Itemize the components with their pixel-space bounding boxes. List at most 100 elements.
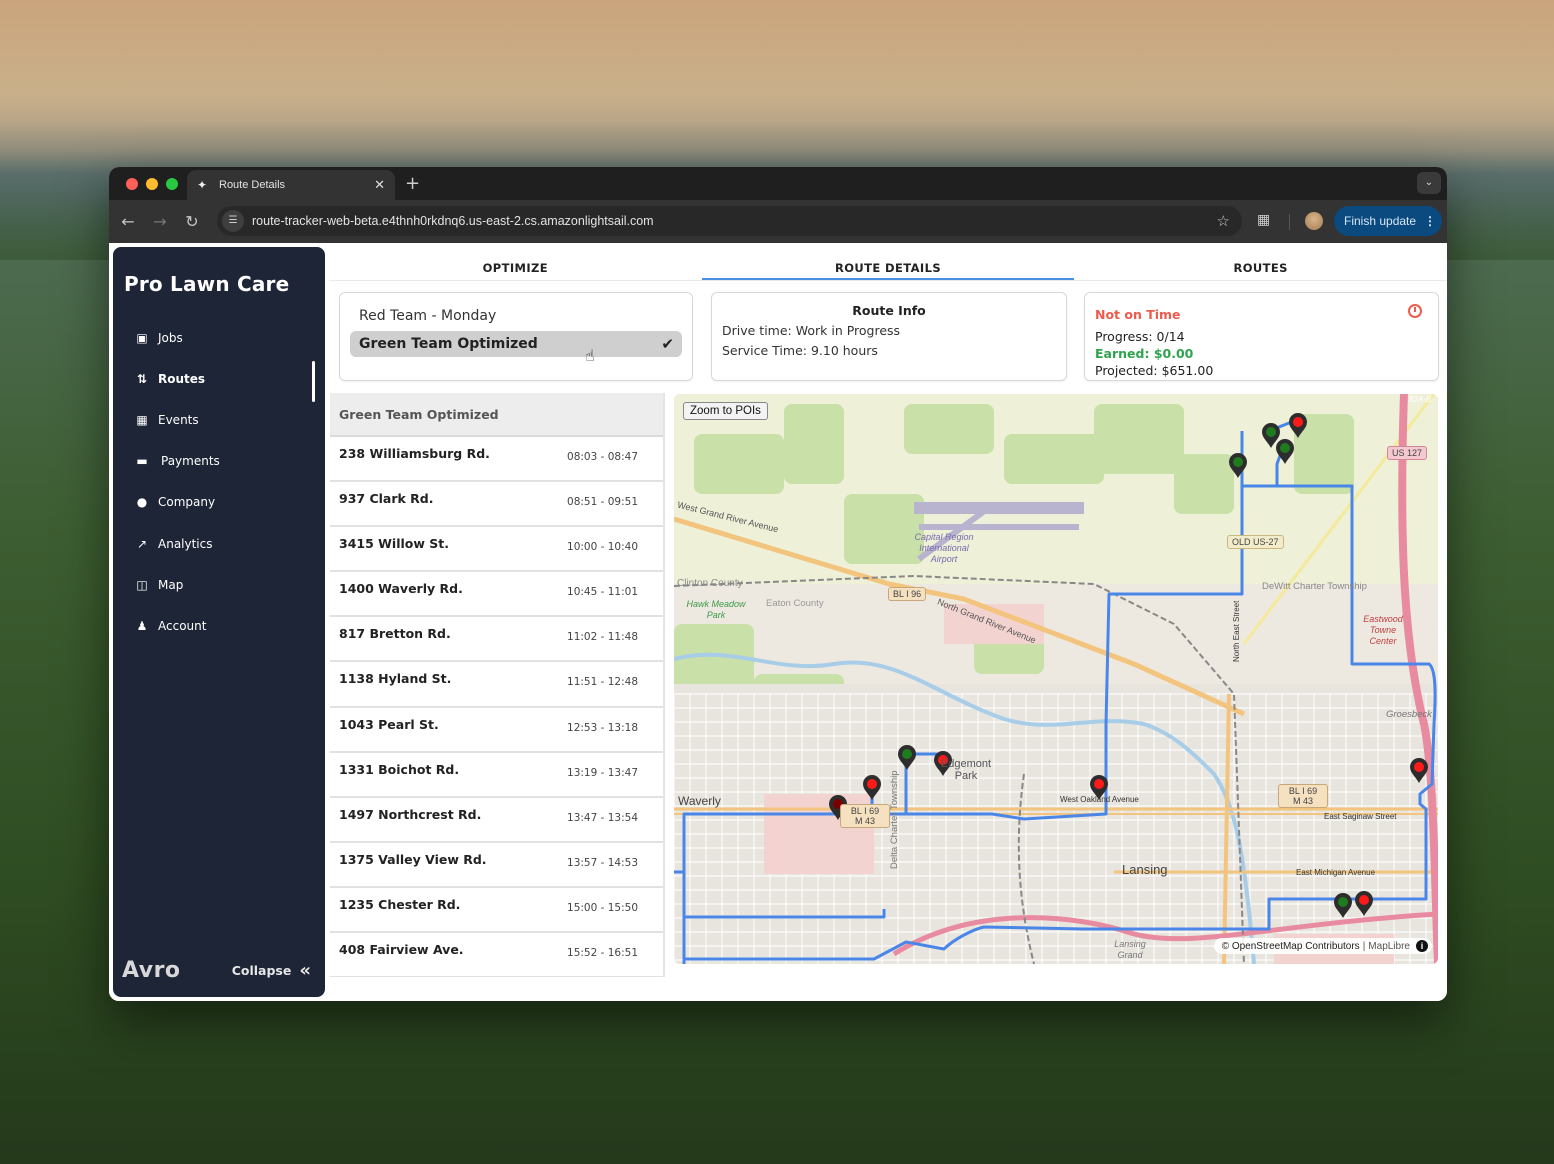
stop-row[interactable]: 1235 Chester Rd. 15:00 - 15:50 bbox=[330, 888, 663, 934]
stop-row[interactable]: 1400 Waverly Rd. 10:45 - 11:01 bbox=[330, 572, 663, 618]
sidebar-item-label: Analytics bbox=[158, 536, 213, 551]
map-canvas[interactable] bbox=[674, 394, 1438, 964]
favicon-icon: ✦ bbox=[197, 178, 208, 192]
stop-row[interactable]: 1138 Hyland St. 11:51 - 12:48 bbox=[330, 662, 663, 708]
map-label-e-michigan: East Michigan Avenue bbox=[1296, 868, 1376, 877]
credit-card-icon: ▬ bbox=[136, 454, 148, 469]
main-tabs: OPTIMIZE ROUTE DETAILS ROUTES bbox=[329, 257, 1447, 281]
stop-address: 1497 Northcrest Rd. bbox=[339, 806, 482, 822]
checkmark-icon: ✔ bbox=[661, 335, 674, 353]
stop-row[interactable]: 238 Williamsburg Rd. 08:03 - 08:47 bbox=[330, 437, 663, 483]
sidebar-item-company[interactable]: ● Company bbox=[113, 482, 325, 523]
stop-time-window: 12:53 - 13:18 bbox=[567, 721, 638, 734]
route-option-label: Green Team Optimized bbox=[359, 336, 538, 352]
stop-address: 1400 Waverly Rd. bbox=[339, 581, 463, 597]
stop-row[interactable]: 1375 Valley View Rd. 13:57 - 14:53 bbox=[330, 843, 663, 888]
route-info-title: Route Info bbox=[852, 303, 926, 318]
user-icon: ♟ bbox=[136, 618, 148, 633]
map-park-area bbox=[1004, 434, 1104, 484]
map-label-eaton-county: Eaton County bbox=[766, 598, 824, 609]
finish-update-button[interactable]: Finish update ⋮ bbox=[1334, 206, 1442, 236]
tab-strip: ✦ Route Details ✕ + ⌄ bbox=[109, 167, 1447, 200]
stop-row[interactable]: 937 Clark Rd. 08:51 - 09:51 bbox=[330, 482, 663, 528]
stop-address: 3415 Willow St. bbox=[339, 536, 449, 552]
stop-row[interactable]: 3415 Willow St. 10:00 - 10:40 bbox=[330, 527, 663, 573]
stop-time-window: 08:03 - 08:47 bbox=[567, 451, 638, 463]
sidebar-item-account[interactable]: ♟ Account bbox=[113, 605, 325, 646]
stop-address: 1043 Pearl St. bbox=[339, 716, 439, 732]
stop-row[interactable]: 408 Fairview Ave. 15:52 - 16:51 bbox=[330, 933, 663, 977]
sidebar-item-events[interactable]: ▦ Events bbox=[113, 399, 325, 440]
collapse-button[interactable]: Collapse « bbox=[232, 960, 311, 981]
stop-row[interactable]: 817 Bretton Rd. 11:02 - 11:48 bbox=[330, 617, 663, 663]
forward-button[interactable]: → bbox=[144, 212, 176, 231]
tab-routes[interactable]: ROUTES bbox=[1074, 257, 1447, 280]
minimize-window-button[interactable] bbox=[146, 178, 158, 190]
more-menu-icon: ⋮ bbox=[1424, 214, 1437, 228]
reload-button[interactable]: ↻ bbox=[176, 212, 208, 231]
stop-address: 817 Bretton Rd. bbox=[339, 626, 451, 642]
info-icon[interactable]: i bbox=[1416, 940, 1428, 952]
sidebar-item-label: Payments bbox=[161, 454, 220, 469]
sidebar-item-routes[interactable]: ⇅ Routes bbox=[113, 358, 325, 403]
sidebar-item-analytics[interactable]: ↗ Analytics bbox=[113, 523, 325, 564]
stop-address: 1375 Valley View Rd. bbox=[339, 851, 487, 867]
new-tab-button[interactable]: + bbox=[405, 173, 420, 194]
chevrons-left-icon: « bbox=[299, 960, 311, 981]
tab-optimize[interactable]: OPTIMIZE bbox=[329, 257, 702, 280]
stop-address: 408 Fairview Ave. bbox=[339, 942, 464, 958]
drive-time: Drive time: Work in Progress bbox=[722, 323, 901, 338]
sidebar: Pro Lawn Care ▣ Jobs ⇅ Routes ▦ Events ▬… bbox=[113, 247, 325, 997]
route-status-card: Not on Time Progress: 0/14 Earned: $0.00… bbox=[1084, 292, 1439, 381]
stop-row[interactable]: 1497 Northcrest Rd. 13:47 - 13:54 bbox=[330, 798, 663, 843]
route-option-red-team[interactable]: Red Team - Monday bbox=[350, 303, 682, 329]
bookmark-star-icon[interactable]: ☆ bbox=[1217, 212, 1230, 230]
sidebar-item-payments[interactable]: ▬ Payments bbox=[113, 441, 325, 482]
maplibre-link[interactable]: MapLibre bbox=[1368, 941, 1410, 952]
chart-line-icon: ↗ bbox=[136, 536, 148, 551]
stop-row[interactable]: 1331 Boichot Rd. 13:19 - 13:47 bbox=[330, 753, 663, 798]
window-controls bbox=[126, 178, 178, 190]
map-label-ne-street: North East Street bbox=[1232, 600, 1241, 662]
sidebar-item-label: Company bbox=[158, 495, 216, 510]
stop-time-window: 10:00 - 10:40 bbox=[567, 541, 638, 554]
address-bar[interactable]: ☰ route-tracker-web-beta.e4thnh0rkdnq6.u… bbox=[217, 206, 1242, 236]
map-label-dewitt: DeWitt Charter Township bbox=[1262, 581, 1367, 592]
close-tab-icon[interactable]: ✕ bbox=[374, 177, 385, 193]
map-marker-status-dot bbox=[1338, 897, 1348, 907]
sidebar-item-label: Routes bbox=[158, 371, 206, 386]
back-button[interactable]: ← bbox=[112, 212, 144, 231]
stop-time-window: 10:45 - 11:01 bbox=[567, 586, 638, 599]
close-window-button[interactable] bbox=[126, 178, 138, 190]
browser-tab[interactable]: ✦ Route Details ✕ bbox=[187, 170, 395, 200]
route-map[interactable]: West Grand River Avenue Clinton County E… bbox=[674, 394, 1438, 964]
sidebar-item-map[interactable]: ◫ Map bbox=[113, 564, 325, 605]
stop-address: 1235 Chester Rd. bbox=[339, 896, 461, 912]
site-settings-icon[interactable]: ☰ bbox=[222, 210, 244, 232]
zoom-to-pois-button[interactable]: Zoom to POIs bbox=[683, 402, 768, 420]
map-marker-status-dot bbox=[902, 749, 912, 759]
progress-text: Progress: 0/14 bbox=[1095, 329, 1185, 344]
url-text[interactable]: route-tracker-web-beta.e4thnh0rkdnq6.us-… bbox=[252, 214, 1217, 228]
stop-time-window: 15:52 - 16:51 bbox=[567, 947, 638, 960]
tab-search-button[interactable]: ⌄ bbox=[1417, 172, 1441, 194]
app-content: Pro Lawn Care ▣ Jobs ⇅ Routes ▦ Events ▬… bbox=[109, 243, 1447, 1001]
maximize-window-button[interactable] bbox=[166, 178, 178, 190]
stop-time-window: 08:51 - 09:51 bbox=[567, 496, 638, 509]
extensions-icon[interactable]: ▦ bbox=[1257, 212, 1270, 228]
sidebar-item-label: Account bbox=[158, 618, 207, 633]
stop-time-window: 11:51 - 12:48 bbox=[567, 676, 638, 689]
stop-row[interactable]: 1043 Pearl St. 12:53 - 13:18 bbox=[330, 708, 663, 753]
stop-time-window: 13:57 - 14:53 bbox=[567, 856, 638, 869]
map-marker-status-dot bbox=[1280, 443, 1290, 453]
status-title: Not on Time bbox=[1095, 307, 1181, 322]
map-attribution: © OpenStreetMap Contributors | MapLibre … bbox=[1213, 938, 1432, 954]
road-shield-bl-i69-east: BL I 69 M 43 bbox=[1278, 784, 1328, 808]
profile-avatar[interactable] bbox=[1305, 212, 1323, 230]
tab-route-details[interactable]: ROUTE DETAILS bbox=[701, 257, 1075, 280]
route-option-green-team[interactable]: Green Team Optimized ✔ bbox=[350, 331, 682, 357]
brand-title: Pro Lawn Care bbox=[124, 272, 290, 296]
sidebar-item-jobs[interactable]: ▣ Jobs bbox=[113, 317, 325, 358]
osm-attribution-link[interactable]: © OpenStreetMap Contributors bbox=[1222, 941, 1360, 952]
earned-text: Earned: $0.00 bbox=[1095, 346, 1194, 361]
